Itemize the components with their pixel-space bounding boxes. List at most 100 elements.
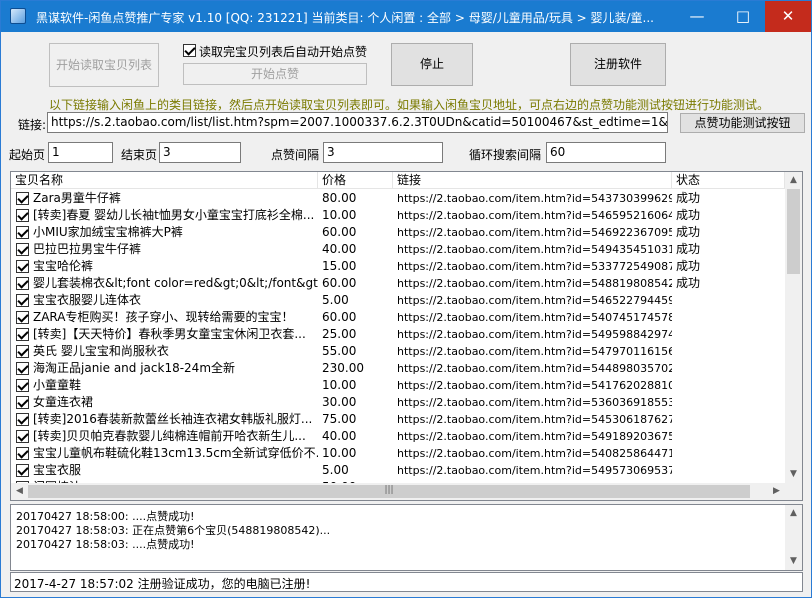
scroll-down-icon[interactable]: ▼	[785, 466, 802, 483]
row-name: 小童童鞋	[33, 378, 82, 392]
log-line: 20170427 18:58:03: ....点赞成功!	[16, 538, 195, 551]
table-row[interactable]: [转卖]2016春装新款蕾丝长袖连衣裙女韩版礼服灯... 75.00 https:/…	[11, 411, 785, 428]
row-checkbox[interactable]	[16, 226, 29, 239]
col-header-status[interactable]: 状态	[672, 172, 785, 189]
row-url: https://2.taobao.com/item.htm?id=5407451…	[397, 311, 672, 324]
row-status	[672, 309, 785, 326]
table-row[interactable]: [转卖]贝贝帕克春款婴儿纯棉连帽前开哈衣新生儿... 40.00 https://2…	[11, 428, 785, 445]
table-row[interactable]: 宝宝衣服 5.00 https://2.taobao.com/item.htm?id…	[11, 462, 785, 479]
row-price: 60.00	[322, 225, 357, 239]
horizontal-scroll-thumb[interactable]: |||	[28, 485, 750, 498]
table-row[interactable]: 小童童鞋 10.00 https://2.taobao.com/item.htm?i…	[11, 377, 785, 394]
row-price: 5.00	[322, 293, 349, 307]
row-checkbox[interactable]	[16, 447, 29, 460]
vertical-scrollbar[interactable]: ▲ ▼	[785, 172, 802, 483]
auto-like-label: 读取完宝贝列表后自动开始点赞	[199, 45, 368, 59]
row-price: 5.00	[322, 463, 349, 477]
row-checkbox[interactable]	[16, 294, 29, 307]
row-checkbox[interactable]	[16, 379, 29, 392]
row-url: https://2.taobao.com/item.htm?id=5448980…	[397, 362, 672, 375]
end-page-input[interactable]: 3	[159, 142, 241, 163]
main-window: 黑谋软件-闲鱼点赞推广专家 v1.10 [QQ: 231221] 当前类目: 个…	[0, 0, 812, 598]
row-name: 婴儿套装棉衣&lt;font color=red&gt;0&lt;/font&g…	[33, 276, 318, 290]
table-row[interactable]: 小MIU家加绒宝宝棉裤大P裤 60.00 https://2.taobao.com/…	[11, 224, 785, 241]
scroll-up-icon[interactable]: ▲	[785, 172, 802, 189]
row-checkbox[interactable]	[16, 328, 29, 341]
row-url: https://2.taobao.com/item.htm?id=5453061…	[397, 413, 672, 426]
row-price: 15.00	[322, 259, 357, 273]
table-row[interactable]: 宝宝衣服婴儿连体衣 5.00 https://2.taobao.com/item.h…	[11, 292, 785, 309]
row-checkbox[interactable]	[16, 209, 29, 222]
row-url: https://2.taobao.com/item.htm?id=5495730…	[397, 464, 672, 477]
log-scroll-down-icon[interactable]: ▼	[785, 553, 802, 570]
table-row[interactable]: 海淘正品janie and jack18-24m全新 230.00 https://…	[11, 360, 785, 377]
window-title: 黑谋软件-闲鱼点赞推广专家 v1.10 [QQ: 231221] 当前类目: 个…	[36, 11, 654, 25]
col-header-name[interactable]: 宝贝名称	[11, 172, 318, 189]
minimize-button[interactable]: —	[674, 1, 720, 32]
table-row[interactable]: 宝宝儿童帆布鞋硫化鞋13cm13.5cm全新试穿低价不... 10.00 https…	[11, 445, 785, 462]
auto-like-checkbox[interactable]	[183, 44, 196, 57]
row-url: https://2.taobao.com/item.htm?id=5494354…	[397, 243, 672, 256]
row-url: https://2.taobao.com/item.htm?id=5491892…	[397, 430, 672, 443]
row-checkbox[interactable]	[16, 243, 29, 256]
row-name: 宝宝衣服婴儿连体衣	[33, 293, 142, 307]
table-row[interactable]: ZARA专柜购买！孩子穿小、现转给需要的宝宝！ 60.00 https://2.ta…	[11, 309, 785, 326]
row-checkbox[interactable]	[16, 430, 29, 443]
row-url: https://2.taobao.com/item.htm?id=5417620…	[397, 379, 672, 392]
table-row[interactable]: 宝宝哈伦裤 15.00 https://2.taobao.com/item.htm?…	[11, 258, 785, 275]
row-checkbox[interactable]	[16, 413, 29, 426]
row-status	[672, 394, 785, 411]
start-page-input[interactable]: 1	[48, 142, 113, 163]
row-checkbox[interactable]	[16, 362, 29, 375]
row-checkbox[interactable]	[16, 311, 29, 324]
table-row[interactable]: 婴儿套装棉衣&lt;font color=red&gt;0&lt;/font&g…	[11, 275, 785, 292]
table-row[interactable]: [转卖]春夏 婴幼儿长袖t恤男女小童宝宝打底衫全棉... 10.00 https:/…	[11, 207, 785, 224]
row-status	[672, 292, 785, 309]
row-checkbox[interactable]	[16, 192, 29, 205]
link-input[interactable]: https://s.2.taobao.com/list/list.htm?spm…	[47, 112, 668, 133]
stop-button[interactable]: 停止	[391, 43, 473, 86]
item-list[interactable]: 宝贝名称 价格 链接 状态 Zara男童牛仔裤 80.00 https://2.ta…	[10, 171, 803, 501]
row-checkbox[interactable]	[16, 277, 29, 290]
row-price: 10.00	[322, 446, 357, 460]
row-status: 成功	[676, 276, 701, 290]
app-icon	[10, 8, 26, 24]
row-url: https://2.taobao.com/item.htm?id=5408258…	[397, 447, 672, 460]
read-list-button[interactable]: 开始读取宝贝列表	[49, 43, 159, 87]
row-name: 小MIU家加绒宝宝棉裤大P裤	[33, 225, 183, 239]
register-button[interactable]: 注册软件	[570, 43, 666, 86]
row-checkbox[interactable]	[16, 464, 29, 477]
like-test-button[interactable]: 点赞功能测试按钮	[680, 113, 805, 133]
row-checkbox[interactable]	[16, 260, 29, 273]
close-button[interactable]: ✕	[765, 1, 811, 32]
row-name: 女童连衣裙	[33, 395, 94, 409]
table-row[interactable]: [转卖]【天天特价】春秋季男女童宝宝休闲卫衣套... 25.00 https://2…	[11, 326, 785, 343]
scroll-left-icon[interactable]: ◀	[11, 483, 28, 500]
title-bar[interactable]: 黑谋软件-闲鱼点赞推广专家 v1.10 [QQ: 231221] 当前类目: 个…	[1, 1, 811, 32]
log-panel[interactable]: 20170427 18:58:00: ....点赞成功! 20170427 18…	[10, 504, 803, 571]
row-name: 宝宝儿童帆布鞋硫化鞋13cm13.5cm全新试穿低价不...	[33, 446, 318, 460]
log-scrollbar[interactable]: ▲ ▼	[785, 505, 802, 570]
table-row[interactable]: 英氏 婴儿宝宝和尚服秋衣 55.00 https://2.taobao.com/it…	[11, 343, 785, 360]
row-url: https://2.taobao.com/item.htm?id=5465227…	[397, 294, 672, 307]
like-interval-input[interactable]: 3	[323, 142, 443, 163]
col-header-url[interactable]: 链接	[393, 172, 672, 189]
horizontal-scrollbar[interactable]: ◀ ||| ▶	[11, 483, 785, 500]
loop-interval-input[interactable]: 60	[546, 142, 666, 163]
row-checkbox[interactable]	[16, 396, 29, 409]
start-page-label: 起始页	[9, 148, 46, 162]
start-like-button[interactable]: 开始点赞	[183, 63, 367, 85]
table-row[interactable]: 巴拉巴拉男宝牛仔裤 40.00 https://2.taobao.com/item.…	[11, 241, 785, 258]
row-name: 宝宝衣服	[33, 463, 82, 477]
maximize-button[interactable]: □	[720, 1, 766, 32]
row-checkbox[interactable]	[16, 345, 29, 358]
scroll-right-icon[interactable]: ▶	[768, 483, 785, 500]
table-row[interactable]: Zara男童牛仔裤 80.00 https://2.taobao.com/item.…	[11, 190, 785, 207]
table-row[interactable]: 女童连衣裙 30.00 https://2.taobao.com/item.htm?…	[11, 394, 785, 411]
row-price: 10.00	[322, 378, 357, 392]
vertical-scroll-thumb[interactable]	[787, 189, 800, 274]
col-header-price[interactable]: 价格	[318, 172, 393, 189]
log-scroll-up-icon[interactable]: ▲	[785, 505, 802, 522]
row-status	[672, 377, 785, 394]
row-name: ZARA专柜购买！孩子穿小、现转给需要的宝宝！	[33, 310, 294, 324]
